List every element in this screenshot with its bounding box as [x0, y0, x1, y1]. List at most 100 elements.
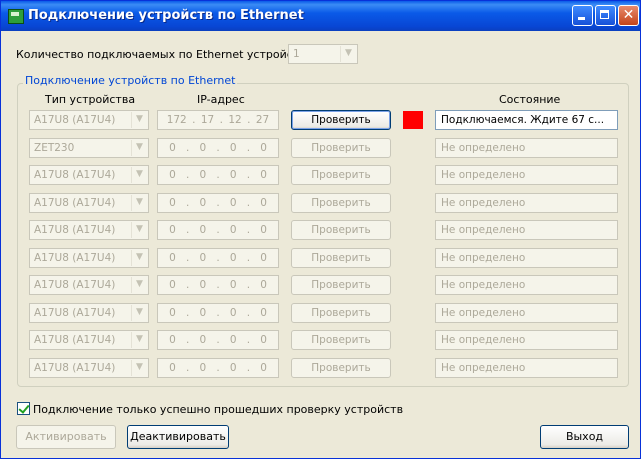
only-verified-checkbox[interactable]: [17, 402, 30, 415]
check-button[interactable]: Проверить: [291, 220, 391, 240]
device-count-label: Количество подключаемых по Ethernet устр…: [16, 48, 310, 61]
ip-dot-separator: .: [246, 279, 251, 291]
device-type-select[interactable]: A17U8 (A17U4) ▼: [29, 303, 149, 323]
status-indicator: [403, 111, 423, 129]
device-type-select[interactable]: A17U8 (A17U4) ▼: [29, 275, 149, 295]
main-window: Подключение устройств по Ethernet ✕ Коли…: [0, 0, 641, 459]
check-button[interactable]: Проверить: [291, 165, 391, 185]
ip-address-field[interactable]: 0. 0. 0. 0: [157, 193, 279, 213]
device-type-value: A17U8 (A17U4): [34, 224, 116, 236]
chevron-down-icon: ▼: [131, 360, 147, 376]
device-type-select[interactable]: A17U8 (A17U4) ▼: [29, 193, 149, 213]
exit-button[interactable]: Выход: [540, 425, 629, 449]
ip-dot-separator: .: [246, 252, 251, 264]
device-type-value: A17U8 (A17U4): [34, 197, 116, 209]
ip-octet: 27: [255, 114, 270, 126]
check-button[interactable]: Проверить: [291, 138, 391, 158]
ip-octet: 0: [229, 142, 237, 154]
ip-address-field[interactable]: 0. 0. 0. 0: [157, 358, 279, 378]
ip-dot-separator: .: [185, 334, 190, 346]
ip-octet: 0: [229, 307, 237, 319]
chevron-down-icon: ▼: [131, 167, 147, 183]
device-type-value: A17U8 (A17U4): [34, 307, 116, 319]
check-button[interactable]: Проверить: [291, 110, 391, 130]
ip-dot-separator: .: [185, 224, 190, 236]
ip-dot-separator: .: [216, 307, 220, 319]
ip-octet: 0: [229, 252, 237, 264]
window-title: Подключение устройств по Ethernet: [28, 8, 304, 23]
close-button[interactable]: ✕: [618, 5, 639, 26]
ip-address-field[interactable]: 0. 0. 0. 0: [157, 138, 279, 158]
group-title: Подключение устройств по Ethernet: [23, 74, 238, 87]
ip-address-field[interactable]: 0. 0. 0. 0: [157, 303, 279, 323]
ip-octet: 0: [260, 142, 267, 154]
ip-dot-separator: .: [247, 114, 251, 126]
ip-octet: 0: [199, 334, 207, 346]
chevron-down-icon: ▼: [131, 277, 147, 293]
ip-octet: 0: [199, 224, 207, 236]
device-count-select[interactable]: 1 ▼: [288, 44, 358, 64]
check-button[interactable]: Проверить: [291, 303, 391, 323]
ip-octet: 0: [199, 142, 207, 154]
ip-dot-separator: .: [216, 362, 220, 374]
minimize-button[interactable]: [572, 5, 593, 26]
ip-octet: 0: [199, 279, 207, 291]
ip-octet: 0: [199, 252, 207, 264]
title-bar[interactable]: Подключение устройств по Ethernet ✕: [1, 1, 640, 31]
status-field: Не определено: [435, 248, 618, 268]
ip-dot-separator: .: [246, 197, 251, 209]
ip-octet: 0: [199, 197, 207, 209]
maximize-button[interactable]: [595, 5, 616, 26]
ip-address-field[interactable]: 172. 17. 12. 27: [157, 110, 279, 130]
ip-octet: 0: [169, 224, 176, 236]
ip-octet: 0: [229, 224, 237, 236]
ip-dot-separator: .: [246, 307, 251, 319]
ip-dot-separator: .: [185, 252, 190, 264]
status-field: Не определено: [435, 303, 618, 323]
chevron-down-icon: ▼: [131, 332, 147, 348]
ip-octet: 0: [260, 279, 267, 291]
chevron-down-icon: ▼: [131, 222, 147, 238]
ip-octet: 0: [229, 197, 237, 209]
ip-octet: 0: [199, 362, 207, 374]
check-button[interactable]: Проверить: [291, 248, 391, 268]
device-type-select[interactable]: A17U8 (A17U4) ▼: [29, 358, 149, 378]
ip-address-field[interactable]: 0. 0. 0. 0: [157, 220, 279, 240]
device-type-select[interactable]: A17U8 (A17U4) ▼: [29, 330, 149, 350]
ip-address-field[interactable]: 0. 0. 0. 0: [157, 248, 279, 268]
status-field: Подключаемся. Ждите 67 с...: [435, 110, 618, 130]
ip-octet: 0: [169, 142, 176, 154]
check-button[interactable]: Проверить: [291, 330, 391, 350]
ip-address-field[interactable]: 0. 0. 0. 0: [157, 275, 279, 295]
device-type-select[interactable]: A17U8 (A17U4) ▼: [29, 220, 149, 240]
device-type-select[interactable]: A17U8 (A17U4) ▼: [29, 248, 149, 268]
device-type-select[interactable]: A17U8 (A17U4) ▼: [29, 165, 149, 185]
chevron-down-icon: ▼: [131, 250, 147, 266]
chevron-down-icon: ▼: [340, 46, 356, 62]
ip-octet: 12: [228, 114, 242, 126]
ip-octet: 0: [260, 252, 267, 264]
ip-address-field[interactable]: 0. 0. 0. 0: [157, 165, 279, 185]
check-button[interactable]: Проверить: [291, 193, 391, 213]
activate-button[interactable]: Активировать: [16, 425, 116, 449]
ip-dot-separator: .: [185, 169, 190, 181]
ip-dot-separator: .: [246, 169, 251, 181]
device-type-select[interactable]: ZET230 ▼: [29, 138, 149, 158]
device-type-value: ZET230: [34, 142, 75, 154]
ip-octet: 0: [169, 252, 176, 264]
ip-octet: 172: [166, 114, 187, 126]
app-icon: [8, 9, 24, 24]
ip-address-field[interactable]: 0. 0. 0. 0: [157, 330, 279, 350]
device-type-select[interactable]: A17U8 (A17U4) ▼: [29, 110, 149, 130]
deactivate-button[interactable]: Деактивировать: [127, 425, 229, 449]
only-verified-label: Подключение только успешно прошедших про…: [33, 403, 404, 416]
device-type-value: A17U8 (A17U4): [34, 362, 116, 374]
chevron-down-icon: ▼: [131, 140, 147, 156]
ip-octet: 0: [229, 362, 237, 374]
check-button[interactable]: Проверить: [291, 358, 391, 378]
status-field: Не определено: [435, 138, 618, 158]
check-button[interactable]: Проверить: [291, 275, 391, 295]
ip-octet: 0: [169, 334, 176, 346]
ip-octet: 17: [200, 114, 215, 126]
ip-octet: 0: [260, 307, 267, 319]
